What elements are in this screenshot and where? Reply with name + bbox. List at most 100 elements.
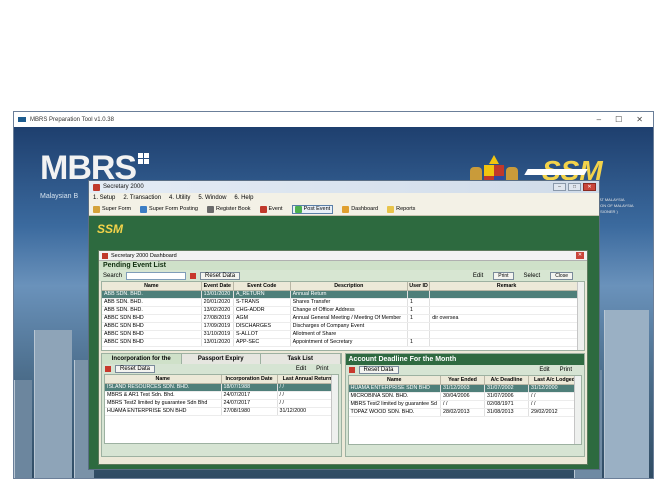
table-cell: 31/12/2000 <box>528 384 581 393</box>
table-cell <box>429 338 584 347</box>
table-cell: 31/12/2000 <box>277 407 338 416</box>
table-cell: Appointment of Secretary <box>290 338 408 347</box>
col-incorporation-date[interactable]: Incorporation Date <box>221 375 278 384</box>
col-name[interactable]: Name <box>102 282 202 291</box>
table-cell: dir oversea <box>429 314 584 323</box>
sec-minimize-button[interactable]: – <box>553 183 566 191</box>
reset-data-button[interactable]: Reset Data <box>200 271 241 280</box>
table-cell: 1 <box>407 338 431 347</box>
col-description[interactable]: Description <box>290 282 408 291</box>
table-cell: 27/08/2019 <box>201 314 234 323</box>
pending-toolbar: Search Reset Data Edit Print Select Clos… <box>99 270 587 281</box>
tab-incorporation[interactable]: Incorporation for the Month <box>102 354 182 372</box>
table-row[interactable]: ABBC SDN BHD 31/10/2019 S-ALLOT Allotment o… <box>102 330 584 339</box>
tab-task-list[interactable]: Task List <box>261 354 341 364</box>
right-print-button[interactable]: Print <box>560 367 572 373</box>
table-cell: ABBC SDN BHD <box>102 338 202 347</box>
right-edit-button[interactable]: Edit <box>539 367 549 373</box>
table-row[interactable]: MBRS & AR1 Test Sdn. Bhd. 24/07/2017/ / <box>105 391 338 400</box>
minimize-button[interactable]: – <box>597 115 601 124</box>
toolbar-reports[interactable]: Reports <box>387 205 415 213</box>
menu-setup[interactable]: 1. Setup <box>93 195 115 201</box>
toolbar-register-book[interactable]: Register Book <box>206 205 251 213</box>
account-deadline-panel: Account Deadline For the Month Reset Dat… <box>344 353 585 457</box>
col-event-date[interactable]: Event Date <box>201 282 234 291</box>
table-cell: AGM <box>233 314 291 323</box>
book-icon <box>206 205 214 213</box>
table-cell: ABBC SDN BHD <box>102 322 202 331</box>
select-button[interactable]: Select <box>524 273 541 279</box>
table-row[interactable]: ABB SDN. BHD. 13/01/2020 A_RETURN Annual Re… <box>102 290 584 299</box>
maximize-button[interactable]: ☐ <box>615 115 622 124</box>
sec-maximize-button[interactable]: □ <box>568 183 581 191</box>
dashboard-close-button[interactable]: ✕ <box>576 252 584 259</box>
table-cell: Shares Transfer <box>290 298 408 307</box>
table-row[interactable]: TOPAZ WOOD SDN. BHD. 28/02/2013 31/08/2013… <box>348 408 581 417</box>
toolbar-dashboard[interactable]: Dashboard <box>342 205 378 213</box>
left-print-button[interactable]: Print <box>316 366 328 372</box>
table-cell: DISCHARGES <box>233 322 291 331</box>
table-cell: / / <box>277 383 338 392</box>
menu-transaction[interactable]: 2. Transaction <box>123 195 161 201</box>
table-cell: 1 <box>407 314 431 323</box>
dashboard-title: Secretary 2000 Dashboard <box>111 252 177 259</box>
table-row[interactable]: ABB SDN. BHD. 13/02/2020 CHG-ADDR Change of… <box>102 306 584 315</box>
close-button[interactable]: ✕ <box>636 115 643 124</box>
table-row[interactable]: HUAMA ENTERPRISE SDN BHD 27/08/1980 31/12/… <box>105 407 338 416</box>
right-scrollbar[interactable] <box>574 376 581 444</box>
table-cell: 13/02/2020 <box>201 306 234 315</box>
table-row[interactable]: MBRS Test2 limited by guarantee Sd / /02/… <box>348 400 581 409</box>
table-cell: 24/07/2017 <box>221 391 278 400</box>
col-remark[interactable]: Remark <box>429 282 584 291</box>
table-row[interactable]: ABB SDN. BHD. 20/01/2020 S-TRANS Shares Tra… <box>102 298 584 307</box>
table-row[interactable]: ABBC SDN BHD 27/08/2019 AGM Annual General … <box>102 314 584 323</box>
toolbar: Super Form Super Form Posting Register B… <box>89 203 599 216</box>
col-year-ended[interactable]: Year Ended <box>440 376 485 385</box>
col-last-annual-return[interactable]: Last Annual Return <box>277 375 338 384</box>
col-last-ac-lodged[interactable]: Last A/c Lodged <box>528 376 581 385</box>
table-row[interactable]: HUAMA ENTERPRISE SDN BHD 31/12/2003 31/07/… <box>348 384 581 393</box>
toolbar-super-form-posting[interactable]: Super Form Posting <box>140 205 198 213</box>
table-cell: S-ALLOT <box>233 330 291 339</box>
table-cell: 20/01/2020 <box>201 298 234 307</box>
table-cell <box>407 330 431 339</box>
col-user-id[interactable]: User ID <box>407 282 431 291</box>
menu-window[interactable]: 5. Window <box>198 195 226 201</box>
toolbar-event[interactable]: Event <box>259 205 283 213</box>
table-cell: / / <box>528 400 581 409</box>
col-ac-deadline[interactable]: A/c Deadline <box>484 376 529 385</box>
table-cell: Allotment of Share <box>290 330 408 339</box>
menu-utility[interactable]: 4. Utility <box>169 195 190 201</box>
col-event-code[interactable]: Event Code <box>233 282 291 291</box>
col-name[interactable]: Name <box>348 376 441 385</box>
table-cell: 02/08/1971 <box>484 400 529 409</box>
table-row[interactable]: MBRS Test2 limited by guarantee Sdn Bhd 2… <box>105 399 338 408</box>
search-input[interactable] <box>126 271 187 280</box>
toolbar-post-event[interactable]: Post Event <box>291 204 334 214</box>
right-reset-button[interactable]: Reset Data <box>358 366 399 374</box>
dashboard-icon <box>342 205 350 213</box>
close-button-dash[interactable]: Close <box>550 271 573 280</box>
toolbar-super-form[interactable]: Super Form <box>93 205 131 213</box>
table-row[interactable]: MICROBINA SDN. BHD. 30/04/2006 31/07/2006/… <box>348 392 581 401</box>
left-reset-button[interactable]: Reset Data <box>115 365 156 373</box>
table-cell: 13/01/2020 <box>201 338 234 347</box>
secretary-body: SSM Secretary 2000 Dashboard ✕ Pending E… <box>89 216 599 469</box>
pending-scrollbar[interactable] <box>577 282 584 350</box>
table-row[interactable]: ABBC SDN BHD 13/01/2020 APP-SEC Appointment… <box>102 338 584 347</box>
col-name[interactable]: Name <box>105 375 222 384</box>
left-scrollbar[interactable] <box>330 375 338 443</box>
edit-button[interactable]: Edit <box>473 273 483 279</box>
reports-icon <box>387 205 395 213</box>
table-row[interactable]: ABBC SDN BHD 17/09/2019 DISCHARGES Discharg… <box>102 322 584 331</box>
dashboard-window: Secretary 2000 Dashboard ✕ Pending Event… <box>98 250 588 465</box>
menu-help[interactable]: 6. Help <box>234 195 253 201</box>
table-cell: CHG-ADDR <box>233 306 291 315</box>
table-cell: / / <box>277 391 338 400</box>
left-edit-button[interactable]: Edit <box>296 366 306 372</box>
event-icon <box>259 205 267 213</box>
sec-close-button[interactable]: ✕ <box>583 183 596 191</box>
tab-passport-expiry[interactable]: Passport Expiry <box>181 354 261 364</box>
print-button[interactable]: Print <box>493 271 514 280</box>
table-row[interactable]: ISLAND RESOURCES SDN. BHD. 18/07/1988/ / <box>105 383 338 392</box>
